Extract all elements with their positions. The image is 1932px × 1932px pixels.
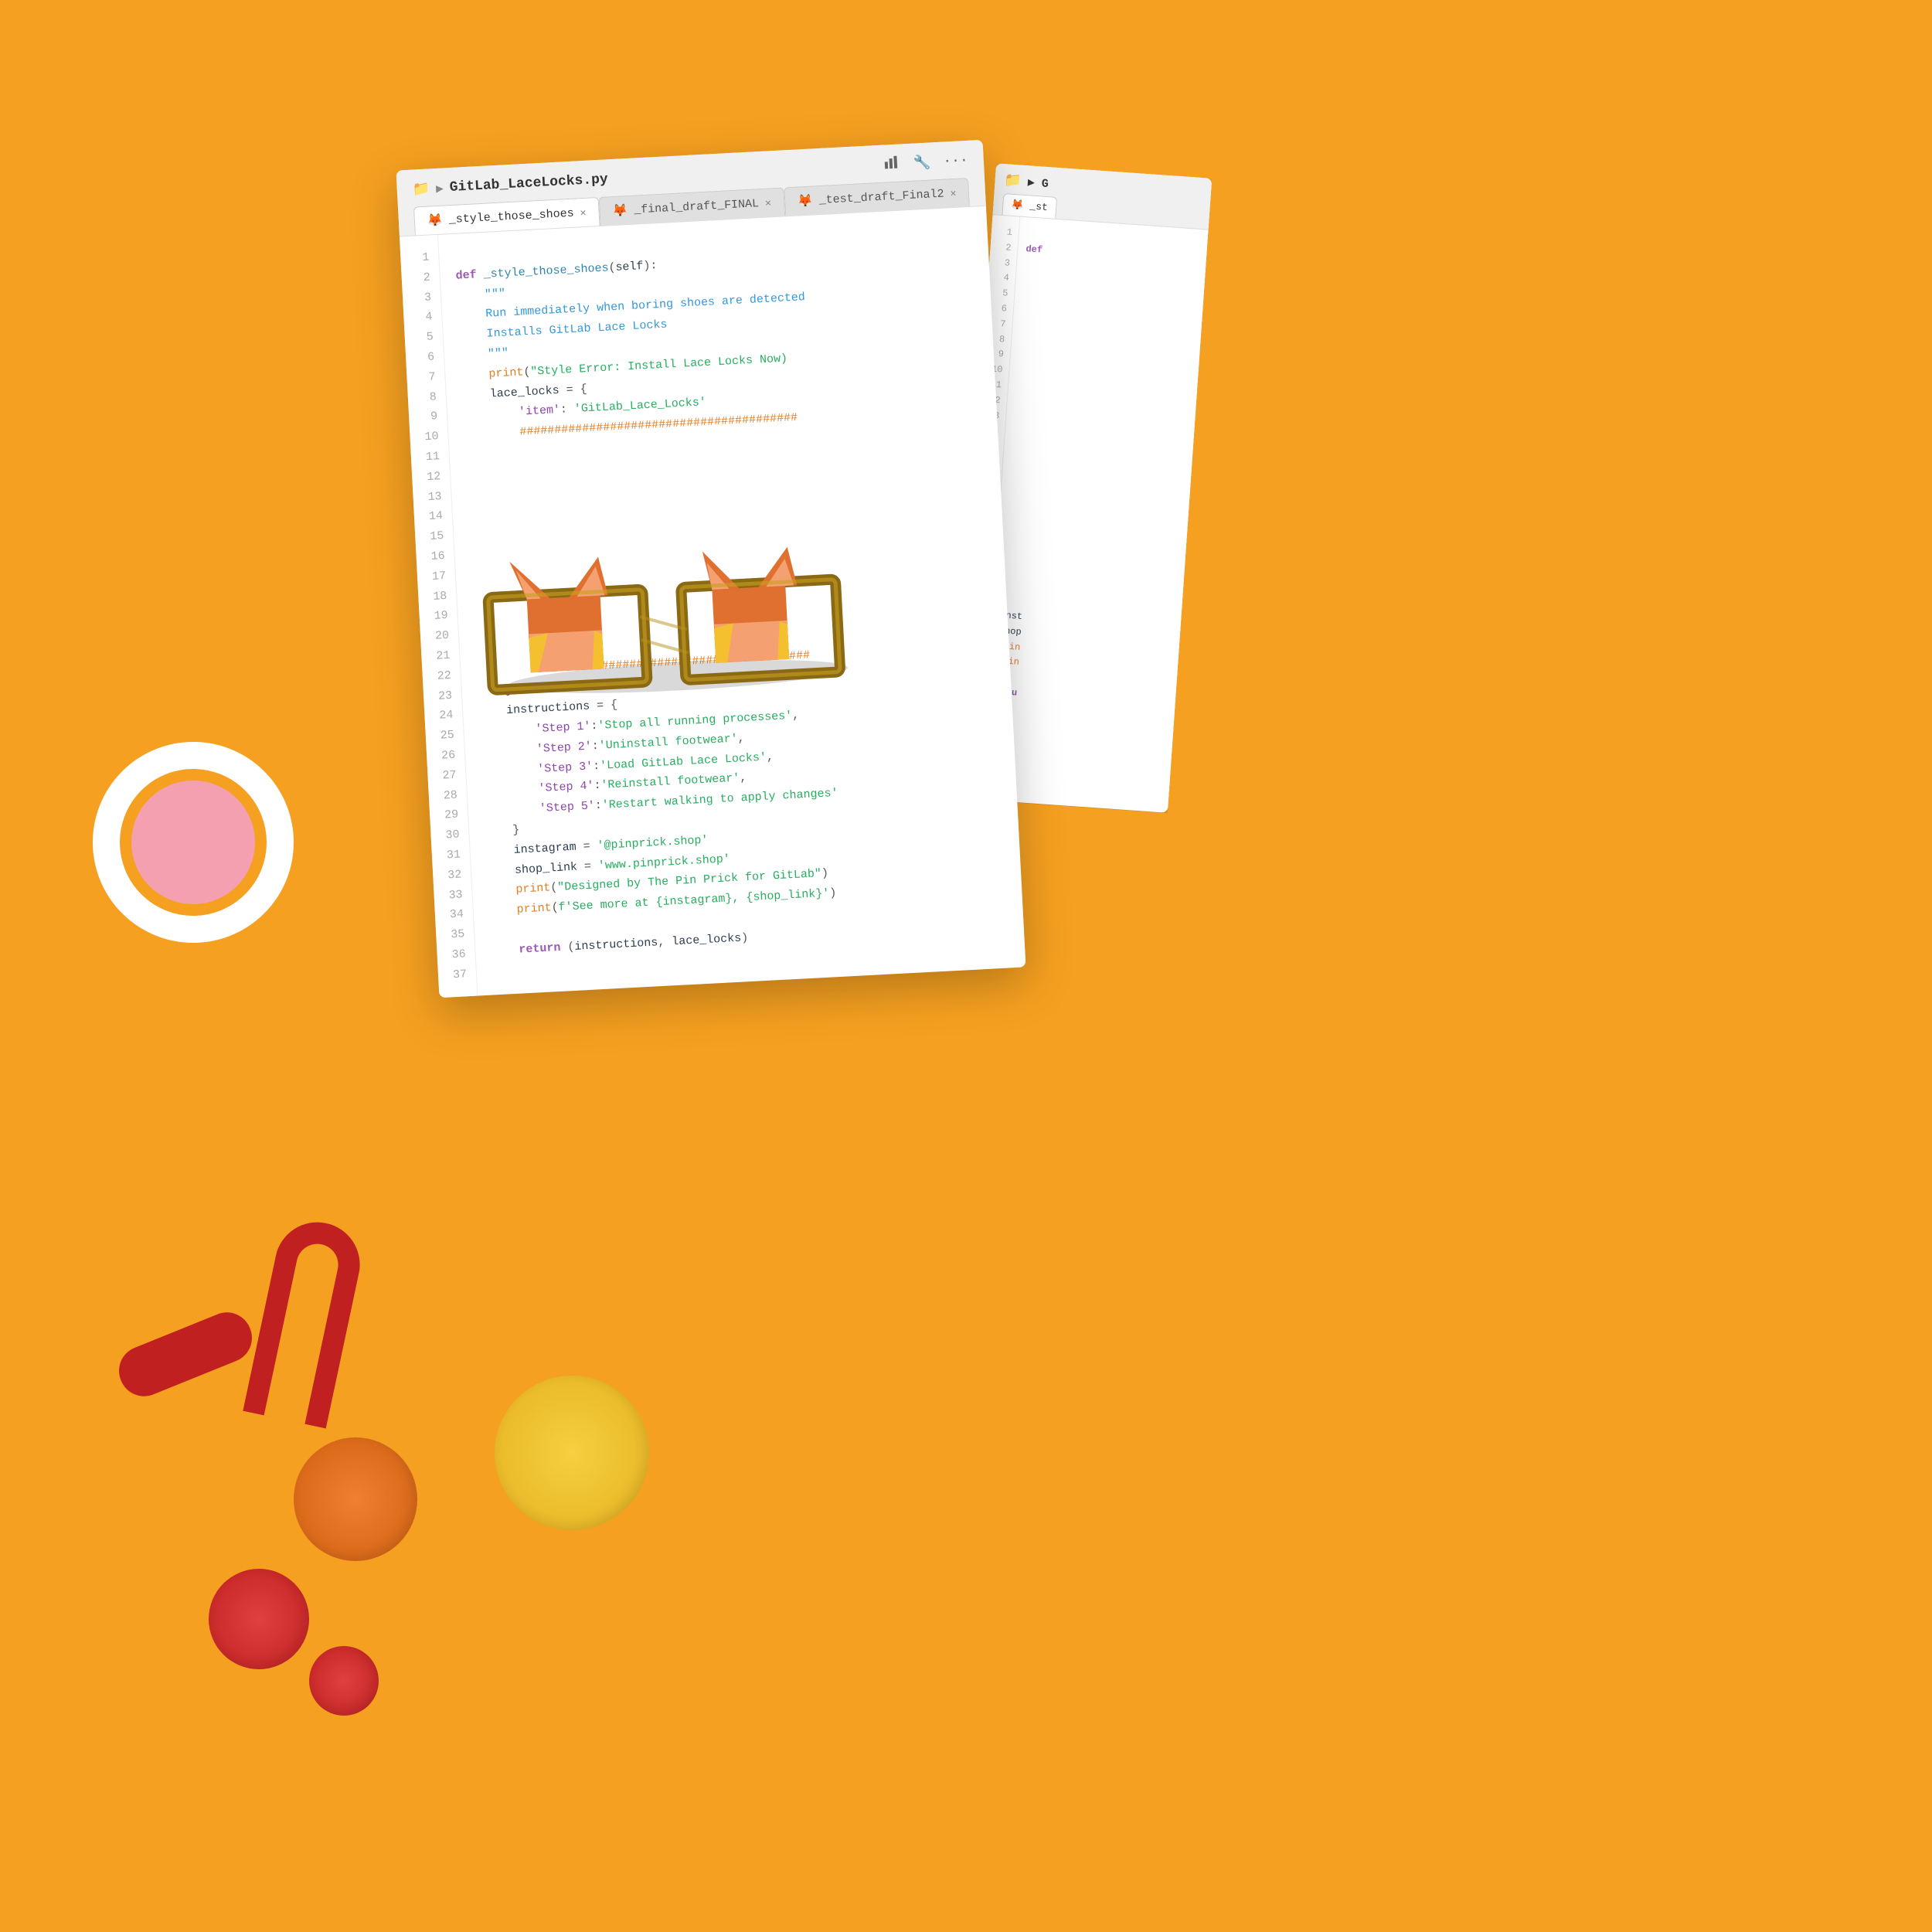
pompom-red-small (209, 1569, 309, 1669)
tab3-fox-icon: 🦊 (797, 192, 813, 209)
secondary-tab-label: _st (1029, 200, 1048, 213)
product-image-area (451, 438, 992, 644)
secondary-filename: ▶ G (1027, 175, 1049, 191)
code-card-main: 📁 ▶ GitLab_LaceLocks.py 🔧 ··· 🦊 (396, 140, 1026, 998)
title-left: 📁 ▶ GitLab_LaceLocks.py (412, 171, 608, 198)
chevron-right-icon: ▶ (436, 180, 444, 196)
more-icon[interactable]: ··· (943, 153, 968, 170)
pompom-orange-medium (294, 1437, 417, 1561)
secondary-tab-active[interactable]: 🦊 _st (1002, 193, 1056, 219)
tab1-label: _style_those_shoes (448, 206, 574, 226)
tab1-fox-icon: 🦊 (427, 213, 443, 229)
main-filename: GitLab_LaceLocks.py (449, 172, 608, 196)
tab2-fox-icon: 🦊 (612, 202, 628, 219)
chart-icon[interactable] (883, 155, 901, 174)
card-icons-group: 🔧 ··· (883, 151, 968, 175)
folder-icon: 📁 (412, 180, 430, 198)
tab3-close-icon[interactable]: ✕ (950, 187, 957, 199)
pompom-yellow-large (495, 1376, 649, 1530)
code-content: def _style_those_shoes(self): """ Run im… (438, 206, 1026, 996)
tab2-close-icon[interactable]: ✕ (765, 197, 772, 209)
wrench-icon[interactable]: 🔧 (913, 154, 931, 172)
lace-locks-pin-svg (454, 504, 879, 703)
tab2-label: _final_draft_FINAL (634, 197, 760, 216)
tab1-close-icon[interactable]: ✕ (580, 206, 587, 218)
tab3-label: _test_draft_Final2 (818, 187, 944, 206)
secondary-folder-icon: 📁 (1004, 172, 1022, 190)
secondary-title-left: 📁 ▶ G (1004, 172, 1049, 192)
pink-ring-inner (131, 781, 255, 904)
pompom-red-tiny (309, 1646, 379, 1716)
code-area: 1234567891011121314151617181920212223242… (400, 206, 1026, 998)
secondary-fox-icon: 🦊 (1011, 199, 1024, 212)
